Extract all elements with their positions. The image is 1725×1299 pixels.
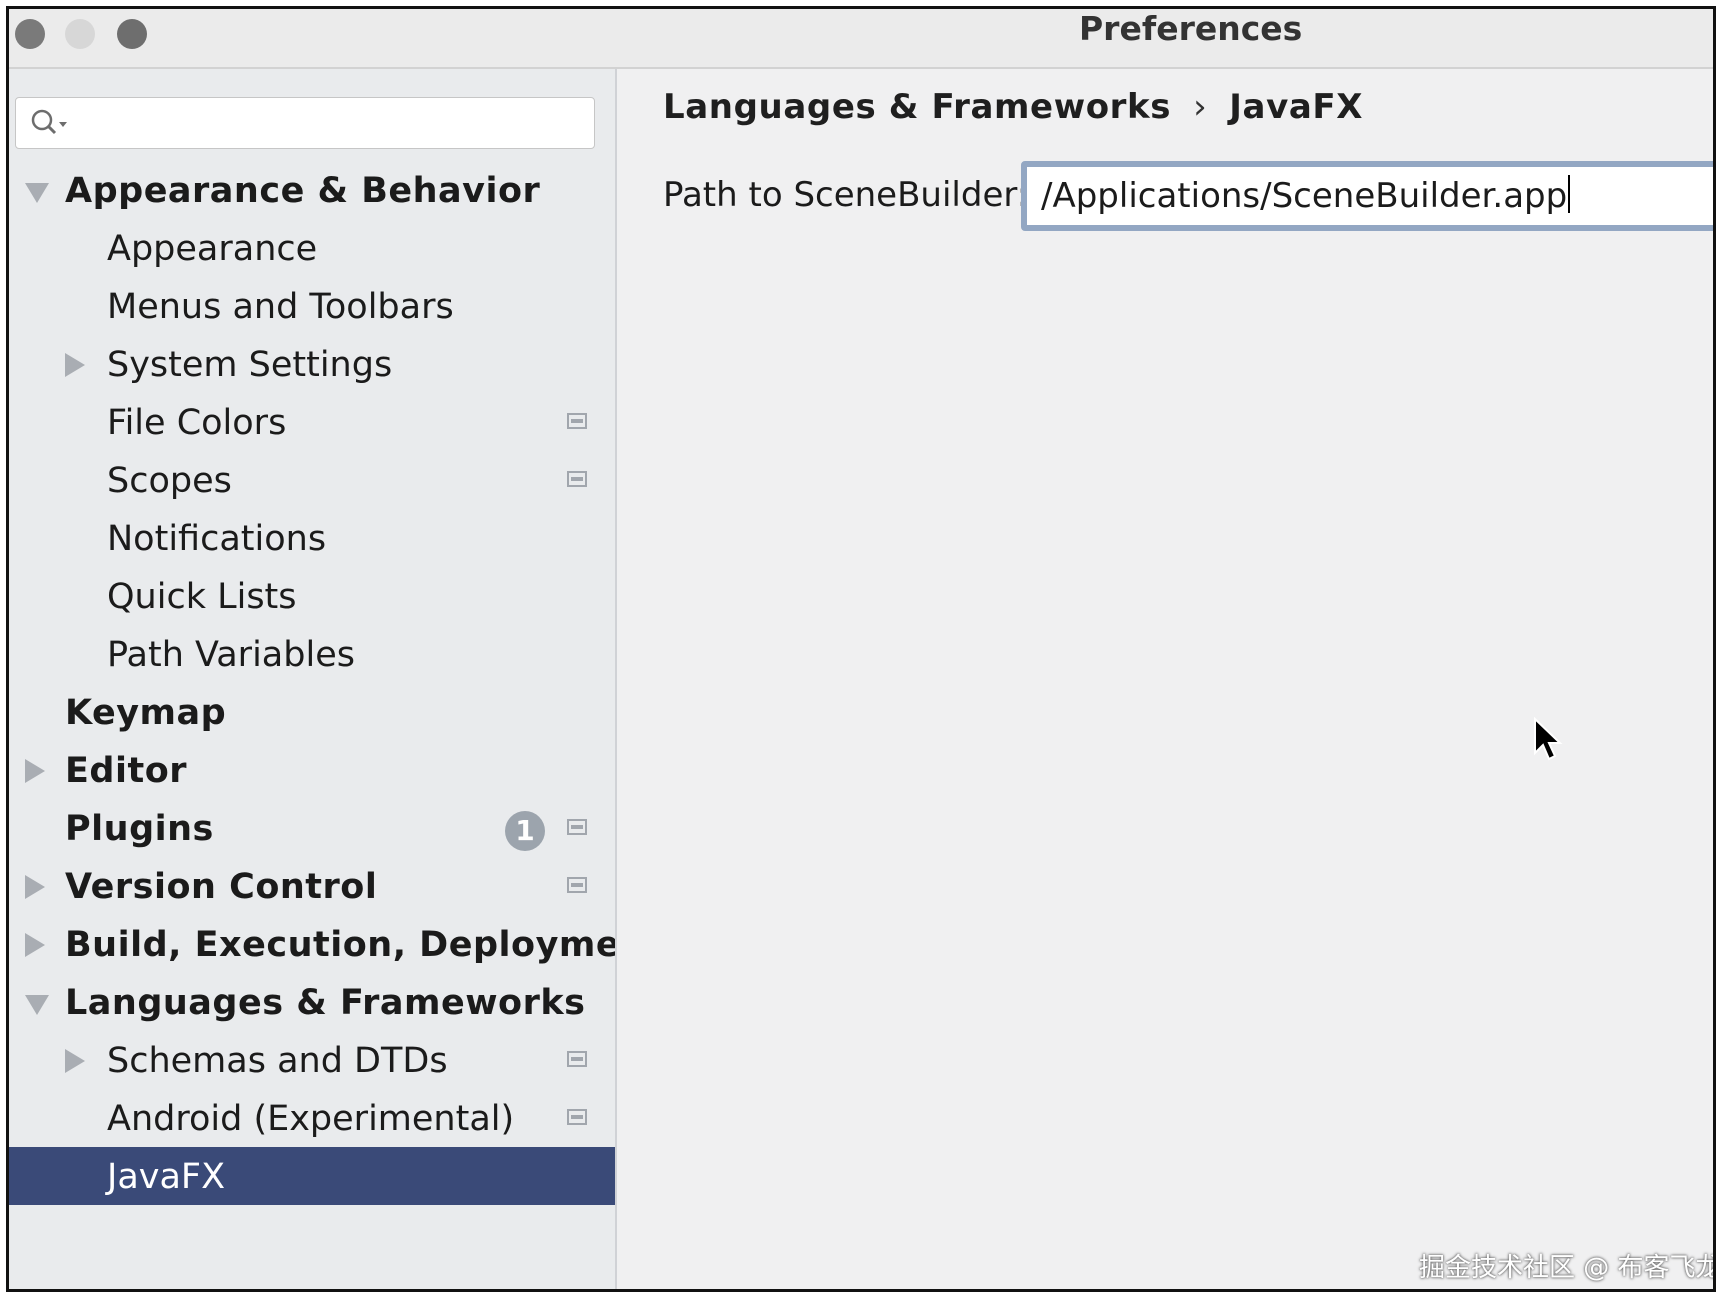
sidebar-item-label: Schemas and DTDs: [107, 1041, 448, 1081]
sidebar-item-plugins[interactable]: Plugins 1: [9, 799, 615, 857]
sidebar-item-label: Notifications: [107, 519, 327, 559]
sidebar-item-system-settings[interactable]: System Settings: [9, 335, 615, 393]
settings-search-input[interactable]: [15, 97, 595, 149]
sidebar-item-file-colors[interactable]: File Colors: [9, 393, 615, 451]
sidebar-item-path-variables[interactable]: Path Variables: [9, 625, 615, 683]
sidebar-item-label: Keymap: [65, 693, 227, 733]
sidebar-item-label: Appearance: [107, 229, 318, 269]
project-settings-icon: [567, 1051, 587, 1067]
sidebar-item-build-execution-deployment[interactable]: Build, Execution, Deployment: [9, 915, 615, 973]
expand-triangle-down-icon[interactable]: [25, 183, 49, 203]
sidebar-item-label: System Settings: [107, 345, 393, 385]
sidebar-item-label: Languages & Frameworks: [65, 983, 586, 1023]
sidebar-item-notifications[interactable]: Notifications: [9, 509, 615, 567]
project-settings-icon: [567, 1109, 587, 1125]
project-settings-icon: [567, 471, 587, 487]
expand-triangle-right-icon[interactable]: [25, 933, 45, 957]
window-title: Preferences: [1079, 9, 1303, 48]
breadcrumb-item-languages-frameworks: Languages & Frameworks: [663, 87, 1172, 127]
preferences-window: Preferences Appearance & Behavior Appeara…: [6, 6, 1716, 1292]
sidebar-item-schemas-and-dtds[interactable]: Schemas and DTDs: [9, 1031, 615, 1089]
settings-content-panel: Languages & Frameworks › JavaFX Path to Sc…: [617, 69, 1713, 1289]
sidebar-item-label: JavaFX: [107, 1157, 226, 1197]
watermark: 掘金技术社区 @ 布客飞龙: [1419, 1253, 1716, 1283]
sidebar-item-label: Appearance & Behavior: [65, 171, 541, 211]
expand-triangle-right-icon[interactable]: [25, 759, 45, 783]
title-bar: Preferences: [9, 9, 1713, 69]
sidebar-item-android-experimental[interactable]: Android (Experimental): [9, 1089, 615, 1147]
expand-triangle-right-icon[interactable]: [65, 353, 85, 377]
sidebar-item-scopes[interactable]: Scopes: [9, 451, 615, 509]
project-settings-icon: [567, 819, 587, 835]
sidebar-item-label: Path Variables: [107, 635, 355, 675]
sidebar-item-label: Editor: [65, 751, 187, 791]
sidebar-item-menus-and-toolbars[interactable]: Menus and Toolbars: [9, 277, 615, 335]
text-caret: [1568, 175, 1571, 213]
sidebar-item-version-control[interactable]: Version Control: [9, 857, 615, 915]
expand-triangle-right-icon[interactable]: [65, 1049, 85, 1073]
breadcrumb-separator: ›: [1193, 87, 1208, 127]
sidebar-item-label: Build, Execution, Deployment: [65, 925, 617, 965]
scenebuilder-path-input[interactable]: /Applications/SceneBuilder.app: [1021, 161, 1713, 231]
minimize-window-button[interactable]: [65, 19, 95, 49]
sidebar-item-keymap[interactable]: Keymap: [9, 683, 615, 741]
maximize-window-button[interactable]: [117, 19, 147, 49]
sidebar-item-languages-frameworks[interactable]: Languages & Frameworks: [9, 973, 615, 1031]
scenebuilder-path-label: Path to SceneBuilder:: [663, 175, 1029, 215]
sidebar-item-label: Menus and Toolbars: [107, 287, 454, 327]
mouse-pointer-icon: [1534, 717, 1563, 761]
sidebar-item-javafx[interactable]: JavaFX: [9, 1147, 615, 1205]
expand-triangle-down-icon[interactable]: [25, 995, 49, 1015]
close-window-button[interactable]: [15, 19, 45, 49]
sidebar-item-label: Version Control: [65, 867, 378, 907]
sidebar-item-label: Quick Lists: [107, 577, 297, 617]
sidebar-item-quick-lists[interactable]: Quick Lists: [9, 567, 615, 625]
sidebar-item-label: Plugins: [65, 809, 214, 849]
breadcrumb: Languages & Frameworks › JavaFX: [663, 87, 1363, 127]
sidebar-item-label: Scopes: [107, 461, 232, 501]
sidebar-item-label: Android (Experimental): [107, 1099, 515, 1139]
project-settings-icon: [567, 413, 587, 429]
sidebar-item-appearance-behavior[interactable]: Appearance & Behavior: [9, 161, 615, 219]
sidebar-item-appearance[interactable]: Appearance: [9, 219, 615, 277]
sidebar-item-label: File Colors: [107, 403, 287, 443]
expand-triangle-right-icon[interactable]: [25, 875, 45, 899]
search-icon[interactable]: [30, 108, 70, 140]
project-settings-icon: [567, 877, 587, 893]
plugin-updates-badge: 1: [505, 811, 545, 851]
scenebuilder-path-value: /Applications/SceneBuilder.app: [1041, 176, 1568, 216]
sidebar-item-editor[interactable]: Editor: [9, 741, 615, 799]
settings-sidebar: Appearance & Behavior Appearance Menus and…: [9, 69, 617, 1289]
breadcrumb-item-javafx: JavaFX: [1229, 87, 1364, 127]
